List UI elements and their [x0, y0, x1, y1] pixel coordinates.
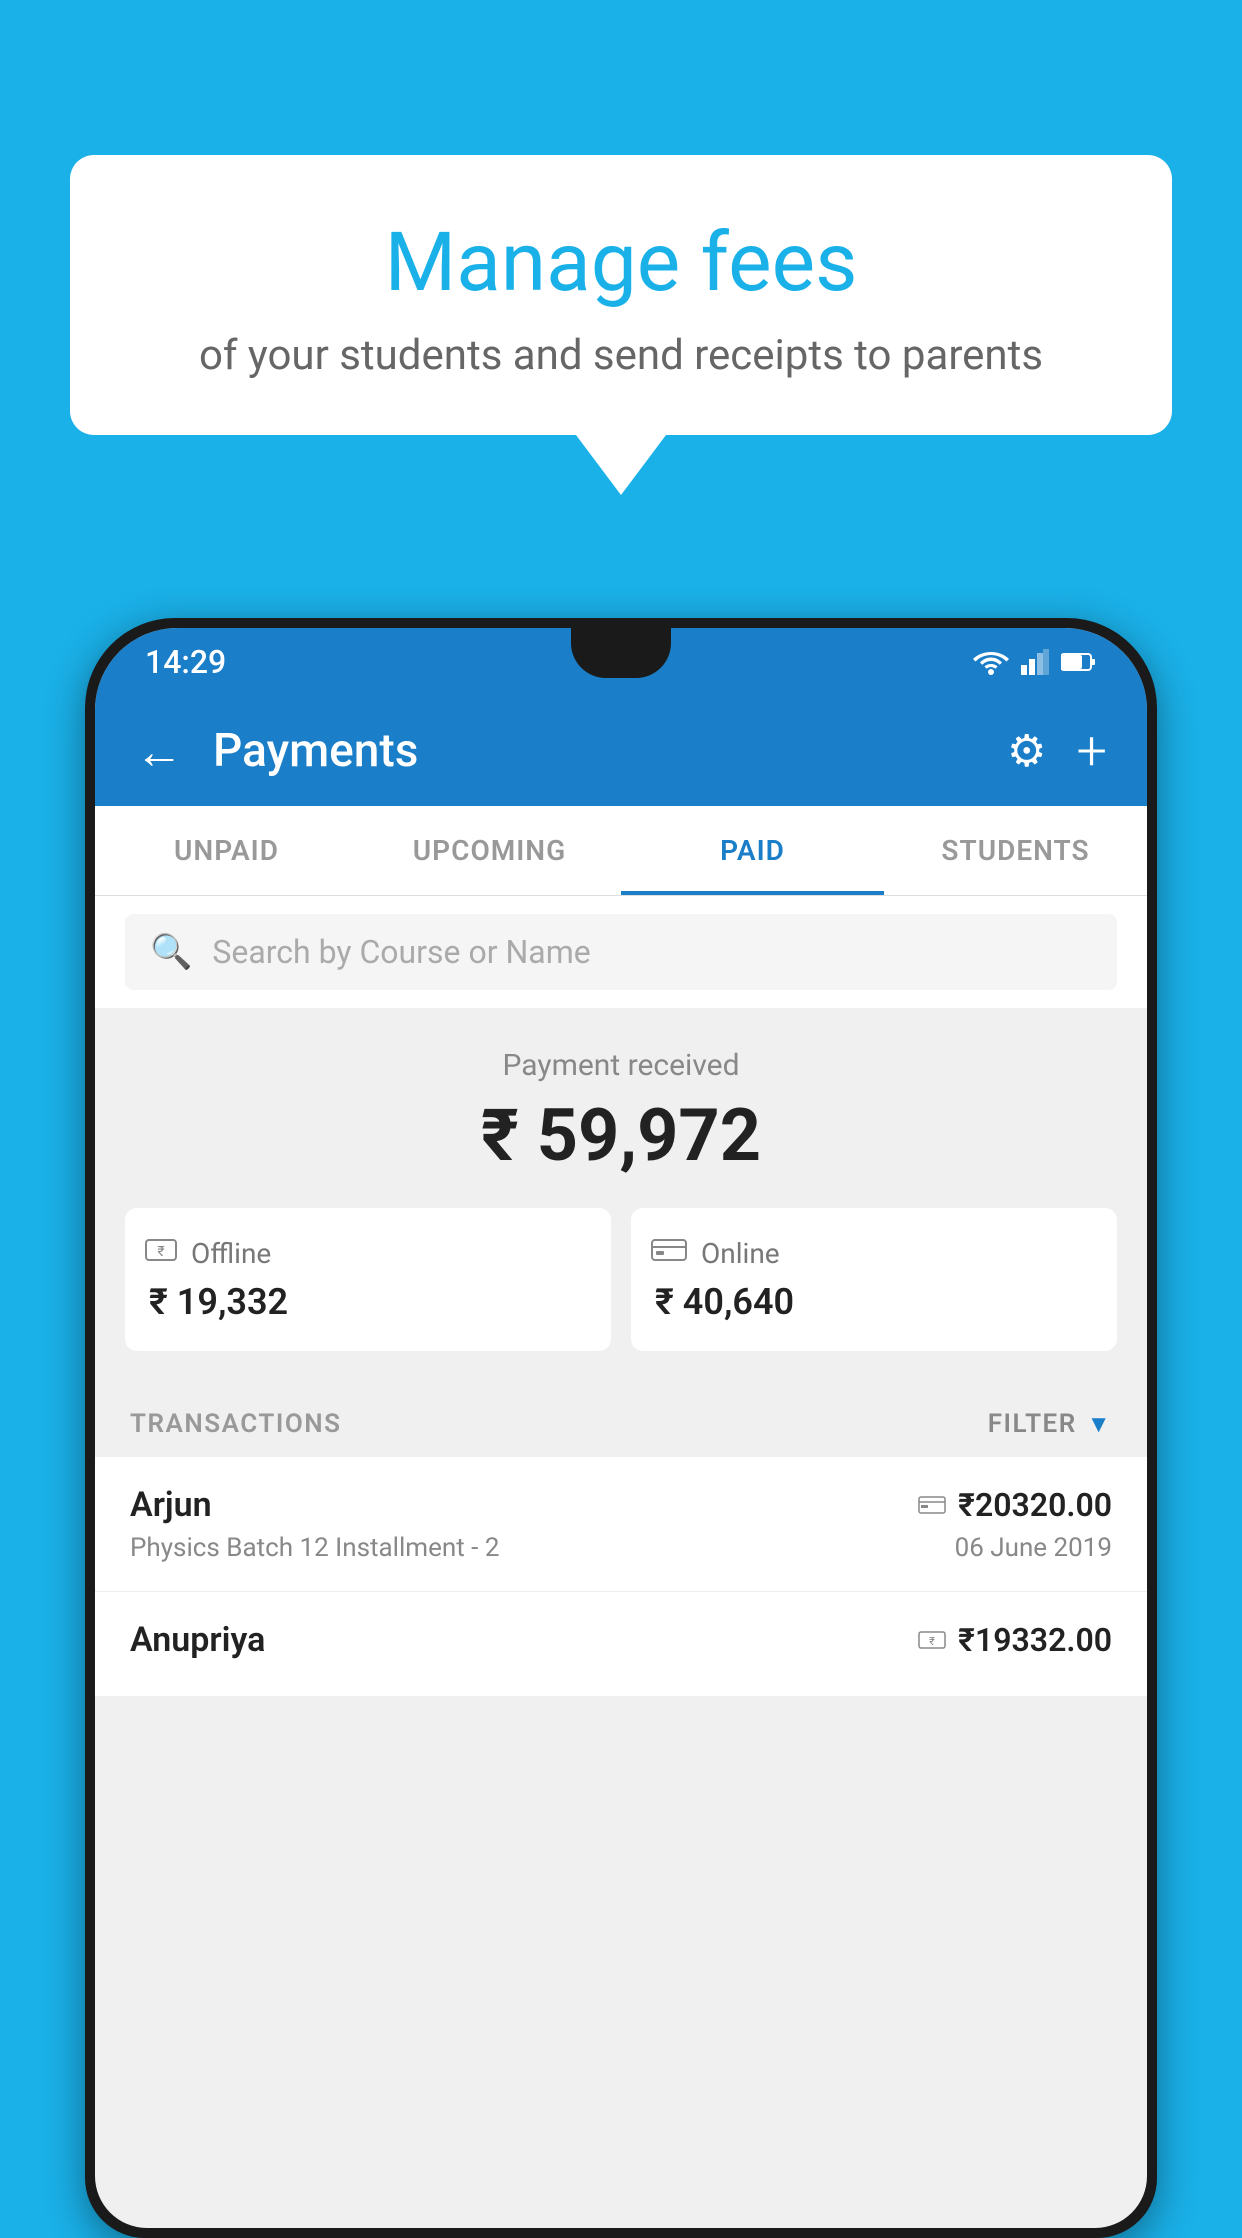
speech-bubble-arrow [576, 435, 666, 495]
phone-frame: 14:29 [85, 618, 1157, 2238]
offline-label: Offline [191, 1237, 271, 1270]
wifi-icon [973, 649, 1009, 675]
transaction-row-bottom: Physics Batch 12 Installment - 2 06 June… [130, 1533, 1112, 1563]
transaction-name: Anupriya [130, 1620, 265, 1660]
transaction-amount-container: ₹20320.00 [918, 1486, 1112, 1524]
online-header: Online [651, 1236, 780, 1271]
tabs-bar: UNPAID UPCOMING PAID STUDENTS [95, 806, 1147, 896]
online-card: Online ₹ 40,640 [631, 1208, 1117, 1351]
search-container: 🔍 Search by Course or Name [95, 896, 1147, 1008]
tab-unpaid[interactable]: UNPAID [95, 806, 358, 895]
online-icon [651, 1236, 687, 1271]
transaction-online-icon [918, 1489, 946, 1522]
transaction-amount: ₹20320.00 [958, 1486, 1112, 1524]
speech-bubble: Manage fees of your students and send re… [70, 155, 1172, 435]
offline-header: ₹ Offline [145, 1236, 271, 1271]
transaction-amount-container: ₹ ₹19332.00 [918, 1621, 1112, 1659]
svg-text:₹: ₹ [929, 1635, 935, 1648]
status-icons [973, 649, 1097, 675]
transaction-offline-icon: ₹ [918, 1624, 946, 1657]
speech-bubble-title: Manage fees [150, 215, 1092, 311]
online-amount: ₹ 40,640 [651, 1281, 794, 1323]
transaction-date: 06 June 2019 [955, 1533, 1112, 1563]
status-bar: 14:29 [95, 628, 1147, 696]
search-bar[interactable]: 🔍 Search by Course or Name [125, 914, 1117, 990]
phone-screen: 14:29 [95, 628, 1147, 2228]
speech-bubble-subtitle: of your students and send receipts to pa… [150, 331, 1092, 380]
signal-icon [1021, 649, 1049, 675]
search-placeholder: Search by Course or Name [212, 933, 590, 971]
add-button[interactable]: + [1076, 720, 1107, 783]
page-title: Payments [213, 724, 977, 778]
filter-label: FILTER [988, 1409, 1077, 1439]
online-label: Online [701, 1237, 780, 1270]
offline-card: ₹ Offline ₹ 19,332 [125, 1208, 611, 1351]
battery-icon [1061, 652, 1097, 672]
offline-icon: ₹ [145, 1236, 177, 1271]
search-icon: 🔍 [150, 932, 192, 972]
payment-total: ₹ 59,972 [125, 1093, 1117, 1178]
speech-bubble-wrapper: Manage fees of your students and send re… [70, 155, 1172, 495]
status-time: 14:29 [145, 643, 226, 681]
app-bar: ← Payments ⚙ + [95, 696, 1147, 806]
payment-cards: ₹ Offline ₹ 19,332 [125, 1208, 1117, 1351]
svg-text:₹: ₹ [157, 1244, 164, 1260]
offline-amount: ₹ 19,332 [145, 1281, 288, 1323]
tab-students[interactable]: STUDENTS [884, 806, 1147, 895]
notch [571, 628, 671, 678]
transaction-detail: Physics Batch 12 Installment - 2 [130, 1533, 499, 1563]
transaction-amount: ₹19332.00 [958, 1621, 1112, 1659]
transactions-label: TRANSACTIONS [130, 1409, 342, 1439]
transaction-row-top: Arjun ₹20320.00 [130, 1485, 1112, 1525]
transactions-list: Arjun ₹20320.00 Physics Batch 1 [95, 1457, 1147, 1697]
transactions-header: TRANSACTIONS FILTER ▼ [95, 1381, 1147, 1457]
transaction-row-top: Anupriya ₹ ₹19332.00 [130, 1620, 1112, 1660]
payment-received-label: Payment received [125, 1048, 1117, 1083]
tab-upcoming[interactable]: UPCOMING [358, 806, 621, 895]
tab-paid[interactable]: PAID [621, 806, 884, 895]
app-bar-actions: ⚙ + [1007, 720, 1107, 783]
back-button[interactable]: ← [135, 723, 183, 780]
transaction-name: Arjun [130, 1485, 212, 1525]
filter-container[interactable]: FILTER ▼ [988, 1409, 1112, 1439]
settings-icon[interactable]: ⚙ [1007, 725, 1046, 777]
transaction-row[interactable]: Arjun ₹20320.00 Physics Batch 1 [95, 1457, 1147, 1592]
filter-icon: ▼ [1087, 1410, 1112, 1439]
transaction-row[interactable]: Anupriya ₹ ₹19332.00 [95, 1592, 1147, 1697]
payment-summary: Payment received ₹ 59,972 ₹ Offline [95, 1008, 1147, 1381]
